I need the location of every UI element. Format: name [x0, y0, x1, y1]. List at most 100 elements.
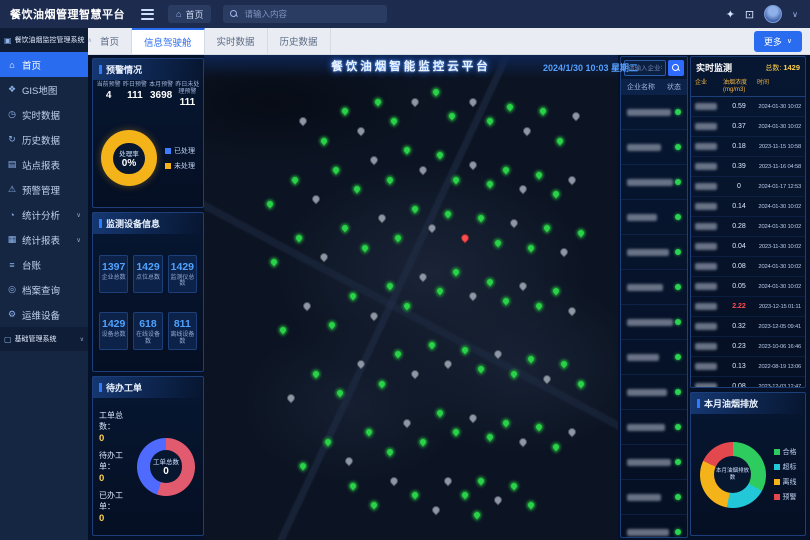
map-marker[interactable] — [484, 179, 495, 190]
list-item[interactable] — [621, 95, 687, 130]
map-marker[interactable] — [293, 232, 304, 243]
map-marker[interactable] — [401, 300, 412, 311]
map-marker[interactable] — [347, 480, 358, 491]
table-row[interactable]: 0.142024-01-30 10:02 — [691, 197, 805, 217]
table-row[interactable]: 0.132022-08-19 13:06 — [691, 357, 805, 377]
map-marker[interactable] — [426, 222, 437, 233]
map-marker[interactable] — [542, 373, 553, 384]
map-marker[interactable] — [434, 150, 445, 161]
map-marker[interactable] — [409, 490, 420, 501]
map-marker[interactable] — [517, 281, 528, 292]
map-marker[interactable] — [550, 441, 561, 452]
list-item[interactable] — [621, 130, 687, 165]
tab-0[interactable]: 首页 — [88, 28, 132, 54]
list-item[interactable] — [621, 200, 687, 235]
map-marker[interactable] — [484, 431, 495, 442]
list-item[interactable] — [621, 515, 687, 537]
map-marker[interactable] — [372, 96, 383, 107]
map-marker[interactable] — [360, 242, 371, 253]
map-marker[interactable] — [285, 393, 296, 404]
tab-1[interactable]: 信息驾驶舱 — [132, 28, 205, 54]
map-marker[interactable] — [500, 164, 511, 175]
map-marker[interactable] — [434, 286, 445, 297]
map-marker[interactable] — [467, 96, 478, 107]
list-item[interactable] — [621, 375, 687, 410]
table-row[interactable]: 0.282024-01-30 10:02 — [691, 217, 805, 237]
map-marker[interactable] — [356, 125, 367, 136]
map-marker[interactable] — [434, 407, 445, 418]
map-marker[interactable] — [339, 106, 350, 117]
fullscreen-icon[interactable]: ⊡ — [745, 8, 754, 21]
map-marker[interactable] — [310, 193, 321, 204]
map-marker[interactable] — [451, 427, 462, 438]
list-item[interactable] — [621, 340, 687, 375]
map-marker[interactable] — [401, 145, 412, 156]
map-marker[interactable] — [525, 354, 536, 365]
sidebar-item-9[interactable]: ◎档案查询 — [0, 277, 88, 302]
map-marker[interactable] — [554, 135, 565, 146]
map-marker[interactable] — [269, 256, 280, 267]
breadcrumb[interactable]: ⌂ 首页 — [168, 5, 211, 23]
map-marker[interactable] — [351, 184, 362, 195]
menu-toggle-icon[interactable] — [141, 9, 154, 20]
sidebar-item-0[interactable]: ⌂首页 — [0, 52, 88, 77]
list-item[interactable] — [621, 410, 687, 445]
table-row[interactable]: 0.232023-10-06 16:46 — [691, 337, 805, 357]
map-marker[interactable] — [310, 368, 321, 379]
map-marker[interactable] — [277, 324, 288, 335]
sidebar-item-3[interactable]: ↻历史数据 — [0, 127, 88, 152]
list-item[interactable] — [621, 305, 687, 340]
map-marker[interactable] — [505, 101, 516, 112]
map-marker[interactable] — [368, 499, 379, 510]
map-marker[interactable] — [525, 242, 536, 253]
sidebar-item-7[interactable]: ▦统计报表∨ — [0, 227, 88, 252]
map-marker[interactable] — [509, 480, 520, 491]
map-marker[interactable] — [376, 378, 387, 389]
table-row[interactable]: 0.082024-01-30 10:02 — [691, 257, 805, 277]
map-marker[interactable] — [442, 475, 453, 486]
sidebar-section-monitor[interactable]: ▣ 餐饮油烟监控管理系统 ∧ — [0, 28, 88, 52]
table-row[interactable]: 2.222023-12-15 01:11 — [691, 297, 805, 317]
map-marker[interactable] — [401, 417, 412, 428]
map-marker[interactable] — [550, 286, 561, 297]
map-marker[interactable] — [567, 174, 578, 185]
map-marker[interactable] — [384, 174, 395, 185]
map-marker[interactable] — [418, 271, 429, 282]
map-marker[interactable] — [376, 213, 387, 224]
map-marker[interactable] — [451, 174, 462, 185]
map-marker[interactable] — [492, 349, 503, 360]
more-button[interactable]: 更多 ∨ — [754, 31, 802, 52]
avatar[interactable] — [764, 5, 782, 23]
map-marker[interactable] — [492, 237, 503, 248]
map-marker[interactable] — [575, 378, 586, 389]
map-marker[interactable] — [389, 116, 400, 127]
company-search-button[interactable] — [668, 60, 684, 76]
table-row[interactable]: 02024-01-17 12:53 — [691, 177, 805, 197]
table-row[interactable]: 0.592024-01-30 10:02 — [691, 97, 805, 117]
sidebar-item-2[interactable]: ◷实时数据 — [0, 102, 88, 127]
map-marker[interactable] — [426, 339, 437, 350]
map-marker[interactable] — [430, 86, 441, 97]
map-marker[interactable] — [517, 184, 528, 195]
chevron-down-icon[interactable]: ∨ — [792, 10, 798, 19]
map-marker[interactable] — [517, 436, 528, 447]
map-marker[interactable] — [484, 276, 495, 287]
map-marker[interactable] — [567, 305, 578, 316]
map-marker[interactable] — [368, 154, 379, 165]
map-marker[interactable] — [442, 208, 453, 219]
map-marker[interactable] — [302, 300, 313, 311]
list-item[interactable] — [621, 480, 687, 515]
map-marker[interactable] — [318, 252, 329, 263]
map-marker[interactable] — [322, 436, 333, 447]
map-marker[interactable] — [558, 247, 569, 258]
map-marker[interactable] — [521, 125, 532, 136]
map-marker[interactable] — [476, 363, 487, 374]
list-item[interactable] — [621, 235, 687, 270]
map-marker[interactable] — [298, 116, 309, 127]
map-marker[interactable] — [409, 96, 420, 107]
tab-3[interactable]: 历史数据 — [268, 28, 331, 54]
map-marker[interactable] — [534, 300, 545, 311]
map-marker[interactable] — [331, 164, 342, 175]
sidebar-item-6[interactable]: ◔统计分析∨ — [0, 202, 88, 227]
sidebar-item-8[interactable]: ≡台账 — [0, 252, 88, 277]
